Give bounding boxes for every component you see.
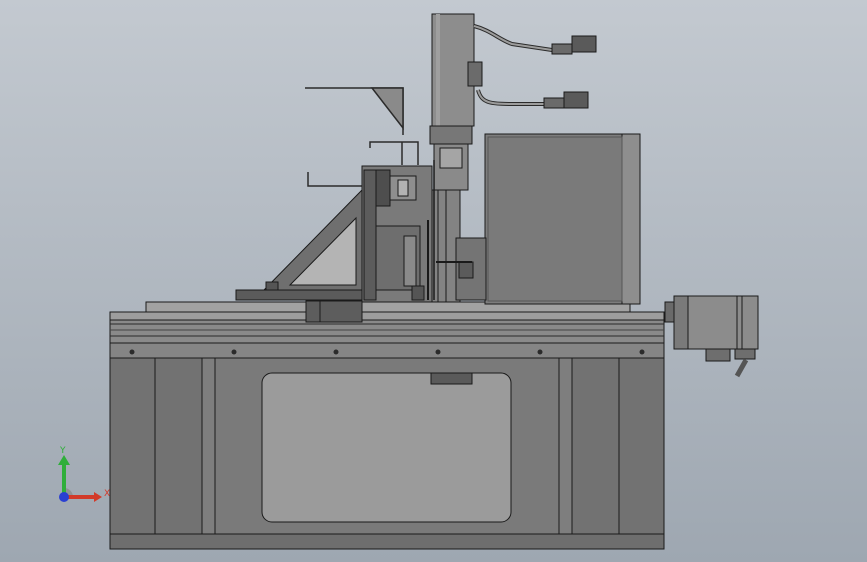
rail-carriage bbox=[305, 300, 363, 323]
triad-y-axis bbox=[62, 463, 66, 497]
control-cabinet bbox=[484, 133, 641, 305]
cad-viewport[interactable]: Y X bbox=[0, 0, 867, 562]
triad-x-label: X bbox=[104, 489, 110, 499]
base-window bbox=[261, 372, 512, 523]
triad-y-label: Y bbox=[59, 446, 66, 456]
linear-rail bbox=[109, 301, 665, 344]
machine-model[interactable]: Y X bbox=[0, 0, 867, 562]
base-frame bbox=[109, 342, 665, 550]
triad-z-axis bbox=[59, 492, 69, 502]
